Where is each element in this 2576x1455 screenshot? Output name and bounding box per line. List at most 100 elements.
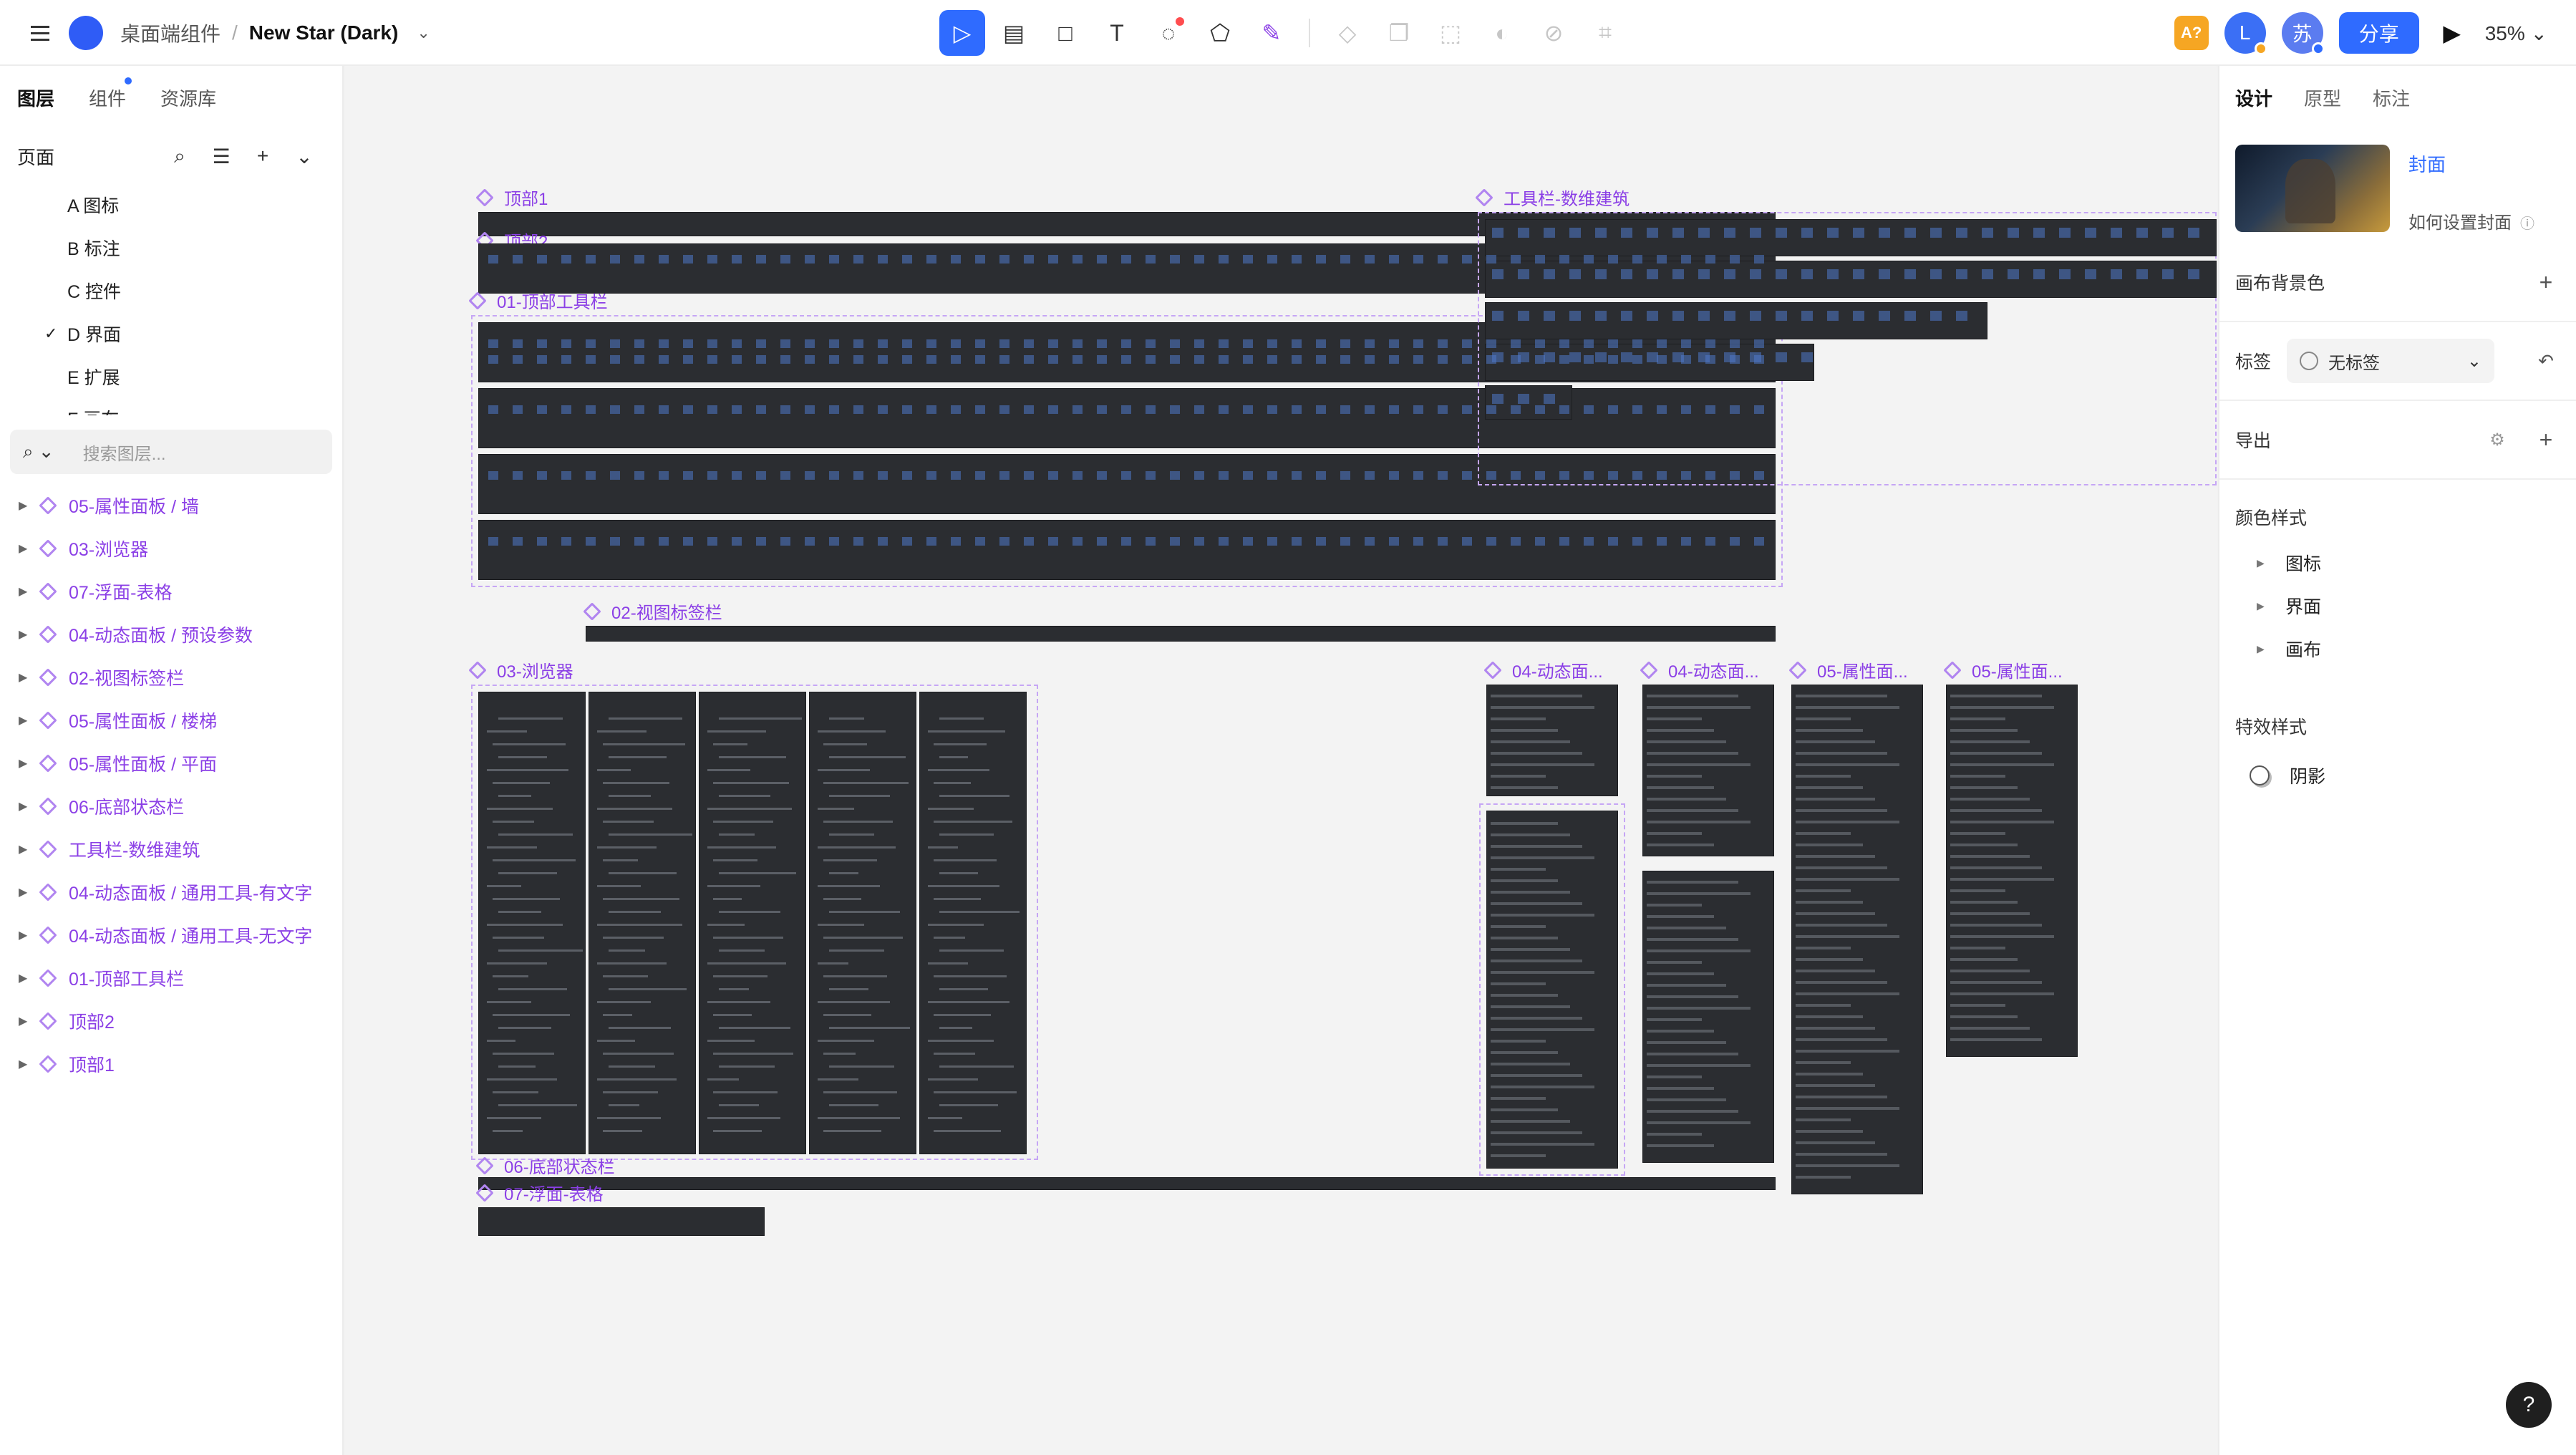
text-tool-icon[interactable]: T xyxy=(1094,10,1140,56)
help-button[interactable]: ? xyxy=(2506,1382,2552,1428)
layer-search[interactable]: ⌕ ⌄ 搜索图层... xyxy=(10,430,332,474)
caret-right-icon[interactable]: ▶ xyxy=(19,799,42,813)
layer-item[interactable]: ▶ 04-动态面板 / 通用工具-无文字 xyxy=(0,914,342,957)
move-tool-icon[interactable]: ▷ xyxy=(939,10,985,56)
caret-right-icon[interactable]: ▶ xyxy=(19,627,42,642)
frame-label-dyn2[interactable]: 04-动态面... xyxy=(1640,657,1759,682)
add-page-icon[interactable]: + xyxy=(242,145,284,168)
page-item[interactable]: E 扩展 xyxy=(0,355,342,398)
page-item[interactable]: C 控件 xyxy=(0,269,342,312)
caret-right-icon[interactable]: ▶ xyxy=(19,670,42,685)
frame-label-toolbar-arch[interactable]: 工具栏-数维建筑 xyxy=(1475,185,1630,210)
cover-help[interactable]: 如何设置封面 ⓘ xyxy=(2408,208,2534,233)
caret-right-icon[interactable]: ▶ xyxy=(19,713,42,728)
layer-item[interactable]: ▶ 顶部1 xyxy=(0,1043,342,1086)
layer-item[interactable]: ▶ 07-浮面-表格 xyxy=(0,570,342,613)
arch-toolbar-row[interactable] xyxy=(1485,261,2217,298)
caret-right-icon[interactable]: ▶ xyxy=(19,885,42,899)
zoom-select[interactable]: 35% ⌄ xyxy=(2485,21,2547,45)
caret-right-icon[interactable]: ▶ xyxy=(19,1057,42,1071)
frame-label-statusbar[interactable]: 06-底部状态栏 xyxy=(475,1153,615,1178)
play-icon[interactable]: ▶ xyxy=(2435,19,2469,47)
add-icon[interactable]: + xyxy=(2532,427,2560,453)
browser-panel[interactable] xyxy=(478,692,586,1154)
component-icon[interactable]: ◇ xyxy=(1325,10,1370,56)
tab-components[interactable]: 组件 xyxy=(89,77,132,111)
arch-toolbar-row[interactable] xyxy=(1485,302,1987,339)
layer-item[interactable]: ▶ 04-动态面板 / 预设参数 xyxy=(0,613,342,656)
frame-label-viewtabs[interactable]: 02-视图标签栏 xyxy=(583,599,722,624)
plugin-tool-icon[interactable]: ⬠ xyxy=(1197,10,1243,56)
share-button[interactable]: 分享 xyxy=(2338,12,2419,54)
tab-library[interactable]: 资源库 xyxy=(160,84,216,111)
frame-label-toolbar01[interactable]: 01-顶部工具栏 xyxy=(468,288,608,313)
ai-tool-icon[interactable]: ✎ xyxy=(1249,10,1294,56)
frame-label-prop1[interactable]: 05-属性面... xyxy=(1788,657,1908,682)
rectangle-tool-icon[interactable]: □ xyxy=(1042,10,1088,56)
team-logo[interactable] xyxy=(69,0,103,66)
layer-item[interactable]: ▶ 06-底部状态栏 xyxy=(0,785,342,828)
caret-right-icon[interactable]: ▶ xyxy=(19,971,42,985)
layer-item[interactable]: ▶ 工具栏-数维建筑 xyxy=(0,828,342,871)
arch-toolbar-row[interactable] xyxy=(1485,219,2217,256)
frame-tool-icon[interactable]: ▤ xyxy=(991,10,1037,56)
table-frame[interactable] xyxy=(478,1207,765,1236)
file-name[interactable]: New Star (Dark) xyxy=(249,21,399,44)
dyn-panel-presets[interactable] xyxy=(1486,811,1618,1169)
layer-item[interactable]: ▶ 04-动态面板 / 通用工具-有文字 xyxy=(0,871,342,914)
viewtabs-frame[interactable] xyxy=(586,626,1776,642)
tab-annotate[interactable]: 标注 xyxy=(2373,84,2410,111)
tab-prototype[interactable]: 原型 xyxy=(2304,84,2341,111)
page-item[interactable]: B 标注 xyxy=(0,226,342,269)
browser-panel[interactable] xyxy=(919,692,1027,1154)
comment-tool-icon[interactable]: ◌ xyxy=(1146,10,1191,56)
cover-thumbnail[interactable] xyxy=(2235,145,2390,232)
layer-item[interactable]: ▶ 05-属性面板 / 墙 xyxy=(0,484,342,527)
add-icon[interactable]: + xyxy=(2532,269,2560,296)
cover-link[interactable]: 封面 xyxy=(2408,150,2534,177)
caret-right-icon[interactable]: ▶ xyxy=(19,498,42,513)
browser-panel[interactable] xyxy=(699,692,806,1154)
frame-label-table[interactable]: 07-浮面-表格 xyxy=(475,1180,604,1205)
crop-icon[interactable]: ⌗ xyxy=(1582,10,1628,56)
caret-right-icon[interactable]: ▶ xyxy=(19,541,42,556)
layer-item[interactable]: ▶ 03-浏览器 xyxy=(0,527,342,570)
style-item[interactable]: ▶ 画布 xyxy=(2219,627,2576,670)
link-icon[interactable]: ⊘ xyxy=(1531,10,1577,56)
dyn-panel[interactable] xyxy=(1642,685,1774,856)
main-menu-icon[interactable] xyxy=(23,0,57,66)
style-item[interactable]: ▶ 界面 xyxy=(2219,584,2576,627)
caret-right-icon[interactable]: ▶ xyxy=(19,842,42,856)
duplicate-icon[interactable]: ❐ xyxy=(1376,10,1422,56)
tab-design[interactable]: 设计 xyxy=(2235,84,2272,111)
tag-select[interactable]: 无标签 ⌄ xyxy=(2287,339,2495,383)
tab-layers[interactable]: 图层 xyxy=(17,84,54,111)
arch-toolbar-row[interactable] xyxy=(1485,344,1814,381)
browser-panel[interactable] xyxy=(809,692,916,1154)
search-input[interactable]: 搜索图层... xyxy=(83,440,166,465)
collapse-icon[interactable]: ⌄ xyxy=(284,145,325,168)
ai-badge-icon[interactable]: A? xyxy=(2174,16,2209,50)
browser-panel[interactable] xyxy=(589,692,696,1154)
canvas[interactable]: 顶部1 顶部2 01-顶部工具栏 02-视图标签栏 03-浏览器 06-底部状态… xyxy=(345,66,2217,1455)
caret-right-icon[interactable]: ▶ xyxy=(19,1014,42,1028)
avatar[interactable]: L xyxy=(2224,12,2267,55)
page-item[interactable]: F 画布 xyxy=(0,398,342,415)
layer-item[interactable]: ▶ 02-视图标签栏 xyxy=(0,656,342,699)
effect-item-shadow[interactable]: 阴影 xyxy=(2219,750,2576,801)
frame-label-dyn1[interactable]: 04-动态面... xyxy=(1483,657,1603,682)
caret-right-icon[interactable]: ▶ xyxy=(19,584,42,599)
undo-icon[interactable]: ↶ xyxy=(2532,350,2560,372)
breadcrumb-project[interactable]: 桌面端组件 xyxy=(120,19,221,47)
settings-icon[interactable]: ⚙ xyxy=(2483,430,2512,450)
frame-label-top1[interactable]: 顶部1 xyxy=(475,185,548,210)
avatar[interactable]: 苏 xyxy=(2281,12,2325,55)
caret-right-icon[interactable]: ▶ xyxy=(19,928,42,942)
layer-item[interactable]: ▶ 05-属性面板 / 平面 xyxy=(0,742,342,785)
chevron-down-icon[interactable]: ⌄ xyxy=(417,24,430,42)
page-item-current[interactable]: ✓ D 界面 xyxy=(0,312,342,355)
layer-item[interactable]: ▶ 05-属性面板 / 楼梯 xyxy=(0,699,342,742)
statusbar-frame[interactable] xyxy=(478,1177,1776,1190)
layer-item[interactable]: ▶ 01-顶部工具栏 xyxy=(0,957,342,1000)
frame-label-prop2[interactable]: 05-属性面... xyxy=(1943,657,2063,682)
